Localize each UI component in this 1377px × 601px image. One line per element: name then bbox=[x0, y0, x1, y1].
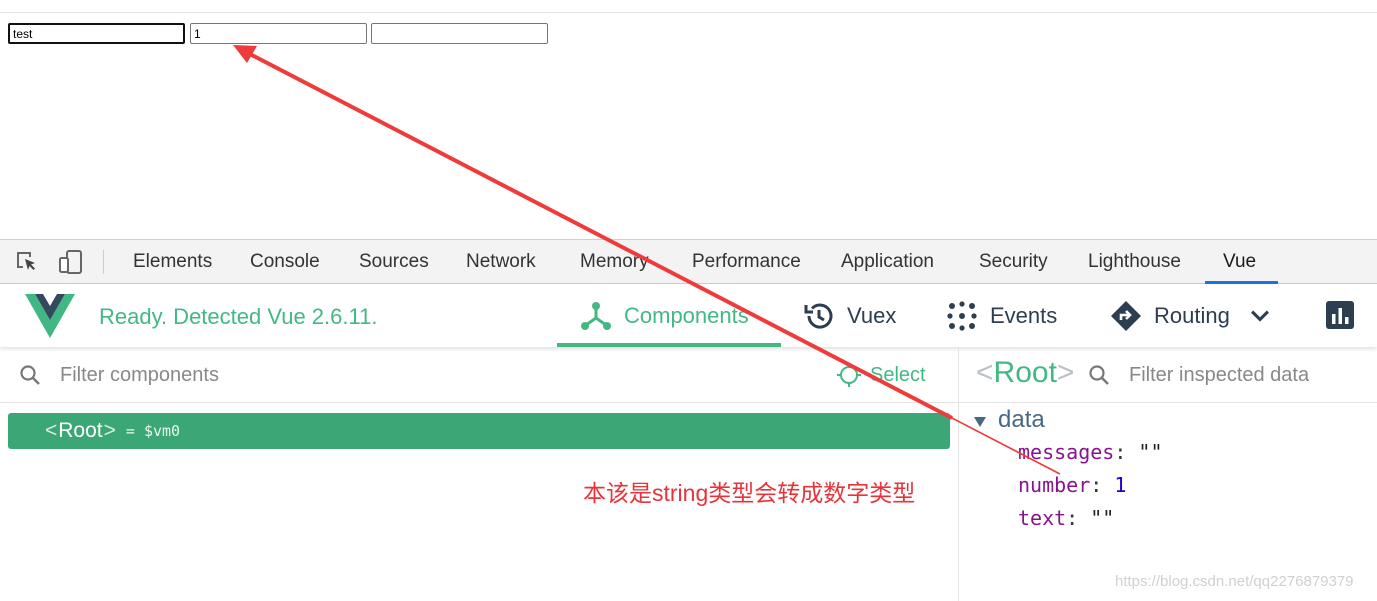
tab-vue[interactable]: Vue bbox=[1223, 240, 1256, 284]
tab-sources[interactable]: Sources bbox=[359, 240, 429, 284]
data-section-toggle[interactable]: data bbox=[972, 404, 1045, 436]
nav-vuex[interactable]: Vuex bbox=[803, 284, 896, 347]
prop-value: "" bbox=[1090, 506, 1115, 530]
tag-open-bracket: < bbox=[45, 419, 58, 442]
select-label: Select bbox=[870, 363, 926, 386]
inspect-element-icon[interactable] bbox=[14, 249, 40, 275]
component-tree-root[interactable]: < Root > = $vm0 bbox=[8, 413, 950, 449]
nav-vuex-label: Vuex bbox=[847, 302, 897, 328]
prop-value: 1 bbox=[1114, 473, 1127, 497]
data-prop-number[interactable]: number: 1 bbox=[1018, 473, 1126, 497]
history-icon bbox=[804, 303, 833, 328]
prop-colon: : bbox=[1066, 506, 1079, 530]
prop-colon: : bbox=[1114, 440, 1127, 464]
number-input[interactable] bbox=[190, 23, 367, 44]
nav-events[interactable]: Events bbox=[946, 284, 1057, 347]
tab-elements[interactable]: Elements bbox=[133, 240, 212, 284]
performance-chart-icon[interactable] bbox=[1325, 300, 1355, 330]
events-icon bbox=[947, 300, 977, 331]
annotation-text: 本该是string类型会转成数字类型 bbox=[583, 480, 916, 506]
chevron-down-icon[interactable] bbox=[1246, 302, 1274, 330]
component-name: Root bbox=[58, 419, 103, 442]
routing-icon bbox=[1111, 300, 1141, 331]
search-icon bbox=[20, 365, 40, 385]
nav-components[interactable]: Components bbox=[580, 284, 749, 347]
vue-devtools-header: Ready. Detected Vue 2.6.11. Components V… bbox=[0, 284, 1377, 347]
tab-network[interactable]: Network bbox=[466, 240, 536, 284]
select-component-button[interactable]: Select bbox=[836, 361, 926, 389]
triangle-down-icon bbox=[974, 416, 986, 427]
vue-detected-status: Ready. Detected Vue 2.6.11. bbox=[99, 304, 378, 329]
nav-routing[interactable]: Routing bbox=[1110, 284, 1274, 347]
components-icon bbox=[581, 301, 611, 330]
inspector-header: <Root> bbox=[959, 347, 1377, 403]
tab-console[interactable]: Console bbox=[250, 240, 320, 284]
components-filter-bar: Select bbox=[0, 347, 958, 403]
nav-routing-label: Routing bbox=[1154, 302, 1230, 328]
watermark: https://blog.csdn.net/qq2276879379 bbox=[1115, 573, 1354, 590]
tab-lighthouse[interactable]: Lighthouse bbox=[1088, 240, 1181, 284]
data-prop-messages[interactable]: messages: "" bbox=[1018, 440, 1163, 464]
title-open-bracket: < bbox=[976, 356, 994, 389]
tag-close-bracket: > bbox=[103, 419, 116, 442]
text-input[interactable] bbox=[371, 23, 548, 44]
vm-reference: = $vm0 bbox=[125, 422, 181, 440]
page-top-border bbox=[0, 12, 1377, 13]
filter-components-input[interactable] bbox=[60, 359, 760, 391]
tab-security[interactable]: Security bbox=[979, 240, 1048, 284]
title-name: Root bbox=[993, 356, 1057, 389]
inspected-component-title: <Root> bbox=[976, 356, 1074, 390]
title-close-bracket: > bbox=[1056, 356, 1075, 389]
prop-key: messages bbox=[1018, 440, 1115, 464]
tab-memory[interactable]: Memory bbox=[580, 240, 649, 284]
prop-key: text bbox=[1018, 506, 1067, 530]
tab-performance[interactable]: Performance bbox=[692, 240, 801, 284]
prop-colon: : bbox=[1090, 473, 1103, 497]
filter-inspected-data-input[interactable] bbox=[1129, 359, 1369, 391]
nav-components-label: Components bbox=[624, 302, 749, 328]
prop-value: "" bbox=[1138, 440, 1163, 464]
data-section-label: data bbox=[998, 406, 1045, 433]
data-section: data messages: "" number: 1 text: "" bbox=[972, 404, 1163, 530]
toolbar-separator bbox=[103, 250, 104, 274]
prop-key: number bbox=[1018, 473, 1091, 497]
vue-logo-icon bbox=[25, 294, 75, 338]
target-icon bbox=[837, 363, 861, 387]
nav-events-label: Events bbox=[990, 302, 1058, 328]
device-toolbar-icon[interactable] bbox=[58, 249, 84, 275]
test-input[interactable] bbox=[8, 23, 185, 44]
tab-application[interactable]: Application bbox=[841, 240, 934, 284]
data-prop-text[interactable]: text: "" bbox=[1018, 506, 1114, 530]
devtools-toolbar: Elements Console Sources Network Memory … bbox=[0, 239, 1377, 284]
search-icon bbox=[1089, 365, 1109, 385]
